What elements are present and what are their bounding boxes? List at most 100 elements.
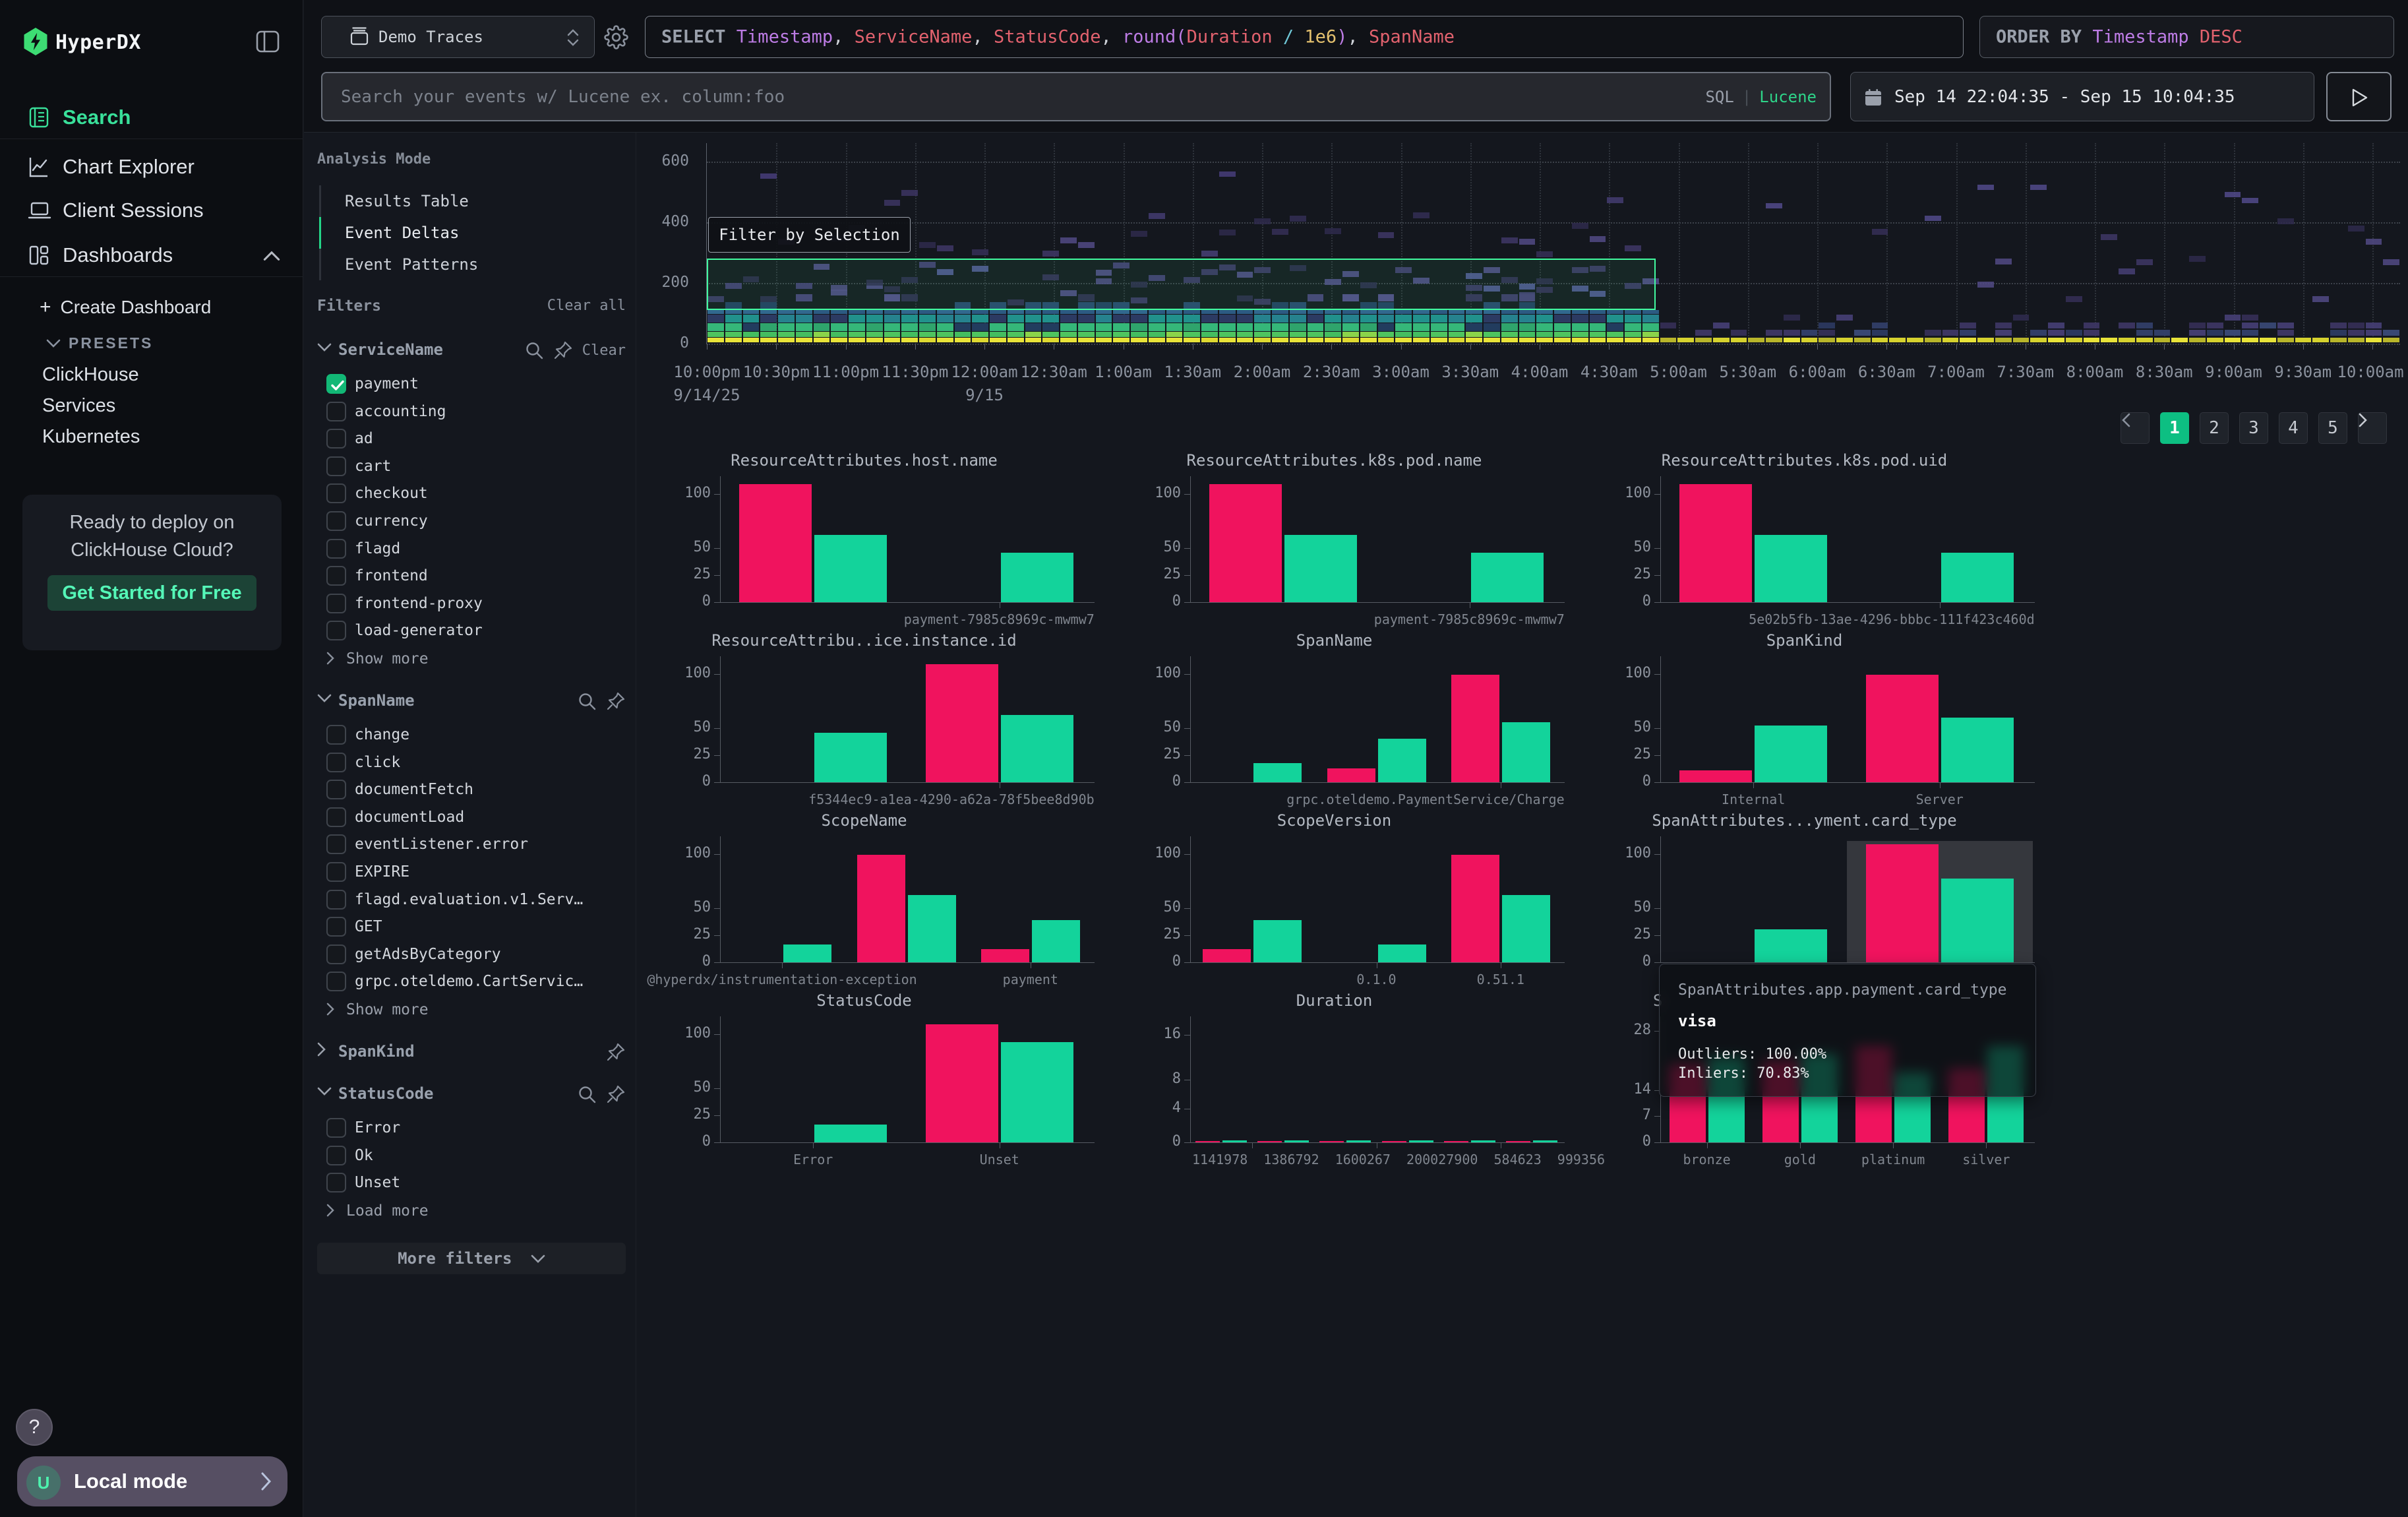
bar-inliers[interactable] [1471,553,1544,602]
date-range-picker[interactable]: Sep 14 22:04:35 - Sep 15 10:04:35 [1850,72,2314,121]
chevron-down-icon[interactable] [317,694,332,703]
bar-inliers[interactable] [1755,929,1827,962]
bar-inliers[interactable] [1284,535,1357,602]
bar-inliers[interactable] [814,733,887,782]
bar-outliers[interactable] [1506,1141,1530,1142]
checkbox-unchecked[interactable] [326,483,346,503]
filter-option-unset[interactable]: Unset [326,1172,617,1194]
pagination-page-3[interactable]: 3 [2239,412,2268,444]
filter-group-title[interactable]: SpanKind [338,1042,415,1061]
bar-inliers[interactable] [1409,1140,1433,1142]
filter-option-get[interactable]: GET [326,916,617,939]
bar-inliers[interactable] [1253,920,1302,962]
search-icon[interactable] [577,1084,597,1104]
filter-option-grpc-oteldemo-cartservic-[interactable]: grpc.oteldemo.CartServic… [326,971,617,993]
checkbox-unchecked[interactable] [326,780,346,799]
preset-item-kubernetes[interactable]: Kubernetes [42,426,140,448]
bar-outliers[interactable] [739,484,812,602]
filter-option-click[interactable]: click [326,752,617,774]
sidebar-item-chart-explorer[interactable]: Chart Explorer [0,146,303,188]
bar-inliers[interactable] [1001,1042,1073,1142]
filter-option-getadsbycategory[interactable]: getAdsByCategory [326,944,617,966]
checkbox-unchecked[interactable] [326,566,346,586]
bar-outliers[interactable] [1451,675,1499,782]
sidebar-item-search[interactable]: Search [0,96,303,139]
pin-icon[interactable] [606,691,626,711]
sidebar-collapse-icon[interactable] [256,30,280,53]
pagination-page-1[interactable]: 1 [2160,412,2189,444]
search-icon[interactable] [577,691,597,711]
filter-option-payment[interactable]: payment [326,373,617,396]
load-more-button[interactable]: Load more [326,1201,524,1221]
orderby-input[interactable]: ORDER BY Timestamp DESC [1979,16,2394,58]
bar-inliers[interactable] [1502,722,1550,782]
checkbox-unchecked[interactable] [326,753,346,772]
heatmap-selection-region[interactable] [707,259,1656,310]
filter-option-expire[interactable]: EXPIRE [326,861,617,884]
bar-inliers[interactable] [1755,535,1827,602]
bar-outliers[interactable] [1444,1141,1468,1142]
bar-inliers[interactable] [1941,718,2014,782]
pagination-page-5[interactable]: 5 [2318,412,2347,444]
show-more-button[interactable]: Show more [326,1000,524,1020]
chevron-down-icon[interactable] [317,343,332,352]
pin-icon[interactable] [553,340,573,360]
bar-inliers[interactable] [1001,553,1073,602]
filter-option-error[interactable]: Error [326,1117,617,1140]
filter-option-flagd-evaluation-v1-serv-[interactable]: flagd.evaluation.v1.Serv… [326,889,617,912]
checkbox-unchecked[interactable] [326,1118,346,1138]
bar-inliers[interactable] [783,944,831,962]
filter-option-ok[interactable]: Ok [326,1145,617,1167]
run-query-button[interactable] [2326,72,2392,121]
checkbox-unchecked[interactable] [326,862,346,882]
filter-option-currency[interactable]: currency [326,511,617,533]
checkbox-unchecked[interactable] [326,834,346,854]
user-menu[interactable]: U Local mode [17,1456,287,1506]
checkbox-unchecked[interactable] [326,511,346,531]
language-sql-option[interactable]: SQL [1705,88,1733,106]
filter-group-clear-button[interactable]: Clear [582,342,626,359]
bar-inliers[interactable] [1941,879,2014,962]
checkbox-unchecked[interactable] [326,429,346,449]
bar-outliers[interactable] [857,855,905,962]
event-search-input[interactable]: Search your events w/ Lucene ex. column:… [321,72,1831,121]
search-icon[interactable] [524,340,544,360]
bar-outliers[interactable] [1209,484,1282,602]
bar-inliers[interactable] [814,535,887,602]
bar-outliers[interactable] [1866,675,1939,782]
pin-icon[interactable] [606,1042,626,1062]
filter-option-cart[interactable]: cart [326,456,617,478]
checkbox-unchecked[interactable] [326,539,346,559]
bar-inliers[interactable] [1222,1140,1247,1142]
bar-inliers[interactable] [1253,763,1302,782]
chevron-down-icon[interactable] [317,1087,332,1096]
checkbox-unchecked[interactable] [326,944,346,964]
language-lucene-option[interactable]: Lucene [1759,88,1817,106]
analysis-mode-event-patterns[interactable]: Event Patterns [319,249,622,280]
create-dashboard-button[interactable]: +Create Dashboard [40,296,211,319]
pagination-next-button[interactable] [2358,412,2387,444]
gear-icon[interactable] [604,25,628,49]
filter-option-documentload[interactable]: documentLoad [326,807,617,829]
pagination-page-2[interactable]: 2 [2200,412,2229,444]
bar-outliers[interactable] [1203,949,1251,962]
filter-option-change[interactable]: change [326,724,617,747]
checkbox-unchecked[interactable] [326,1173,346,1192]
checkbox-unchecked[interactable] [326,807,346,827]
bar-inliers[interactable] [1378,739,1426,782]
checkbox-unchecked[interactable] [326,402,346,421]
checkbox-unchecked[interactable] [326,456,346,476]
filter-option-checkout[interactable]: checkout [326,483,617,505]
analysis-mode-event-deltas[interactable]: Event Deltas [319,217,622,249]
help-button[interactable]: ? [16,1409,53,1446]
checkbox-unchecked[interactable] [326,890,346,910]
presets-toggle[interactable]: PRESETS [46,334,153,352]
checkbox-unchecked[interactable] [326,621,346,640]
bar-outliers[interactable] [981,949,1029,962]
bar-inliers[interactable] [1284,1140,1309,1142]
bar-outliers[interactable] [926,1024,998,1142]
more-filters-button[interactable]: More filters [317,1243,626,1274]
checkbox-unchecked[interactable] [326,917,346,937]
bar-inliers[interactable] [1346,1140,1371,1142]
bar-inliers[interactable] [1755,726,1827,782]
